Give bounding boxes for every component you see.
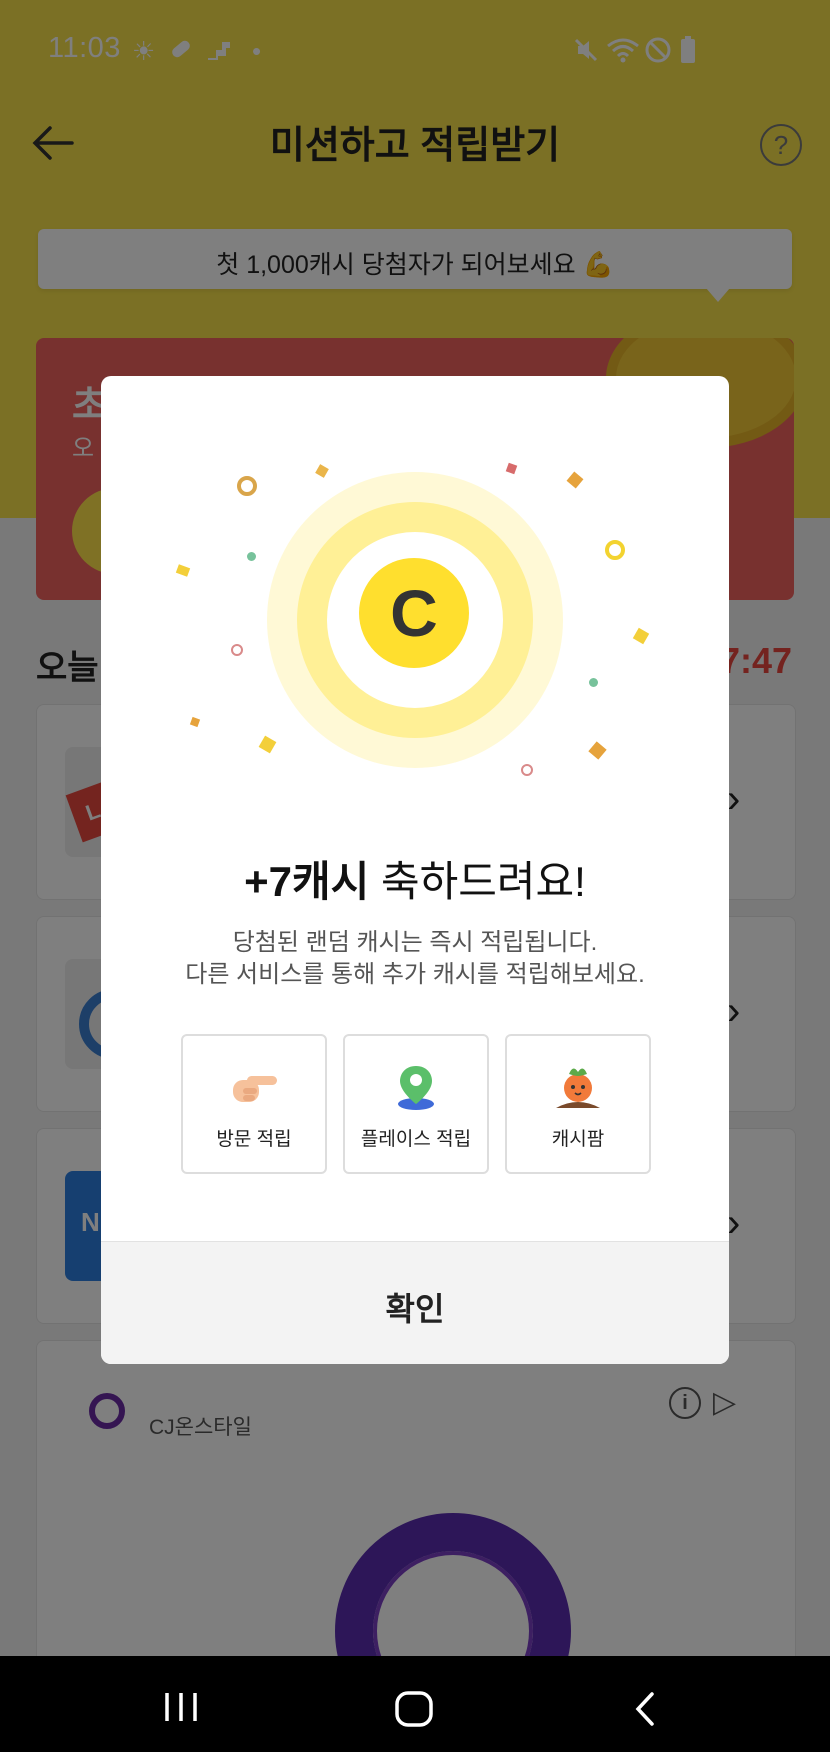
confetti-ring: [521, 764, 533, 776]
map-pin-icon: [391, 1062, 441, 1112]
confetti-square: [315, 464, 329, 478]
dialog-title: +7캐시 축하드려요!: [101, 848, 729, 909]
confetti-ring: [231, 644, 243, 656]
cash-farm-label: 캐시팜: [551, 1129, 605, 1150]
visit-earn-label: 방문 적립: [216, 1129, 292, 1150]
place-earn-button[interactable]: 플레이스 적립: [343, 1034, 489, 1174]
confetti-dot: [247, 552, 256, 561]
confetti-ring: [237, 476, 257, 496]
back-nav-icon[interactable]: [632, 1690, 658, 1733]
dialog-description-line1: 당첨된 랜덤 캐시는 즉시 적립됩니다.: [232, 929, 598, 956]
confetti-square: [632, 627, 650, 645]
cash-farm-button[interactable]: 캐시팜: [505, 1034, 651, 1174]
reward-amount: +7캐시: [244, 858, 370, 905]
confetti-square: [189, 716, 201, 728]
pointing-hand-icon: [229, 1062, 279, 1112]
dialog-description-line2: 다른 서비스를 통해 추가 캐시를 적립해보세요.: [185, 961, 645, 988]
visit-earn-button[interactable]: 방문 적립: [181, 1034, 327, 1174]
confetti-ring: [605, 540, 625, 560]
confetti-square: [566, 471, 584, 489]
recent-apps-icon[interactable]: [162, 1690, 200, 1729]
cash-coin-icon: C: [359, 558, 469, 668]
confetti-dot: [589, 678, 598, 687]
confetti-square: [588, 741, 607, 760]
reward-dialog: C +7캐시 축하드려요! 당첨된 랜덤 캐시는 즉시 적립됩니다. 다른 서비…: [101, 376, 729, 1364]
confetti-square: [505, 462, 518, 475]
carrot-icon: [553, 1062, 603, 1112]
place-earn-label: 플레이스 적립: [360, 1129, 472, 1150]
home-icon[interactable]: [394, 1690, 434, 1733]
confetti-square: [175, 564, 191, 577]
confirm-button[interactable]: 확인: [101, 1241, 729, 1364]
confirm-label: 확인: [385, 1291, 445, 1327]
system-navigation-bar: [0, 1656, 830, 1752]
confetti-square: [258, 735, 277, 754]
dialog-title-rest: 축하드려요!: [369, 858, 586, 905]
